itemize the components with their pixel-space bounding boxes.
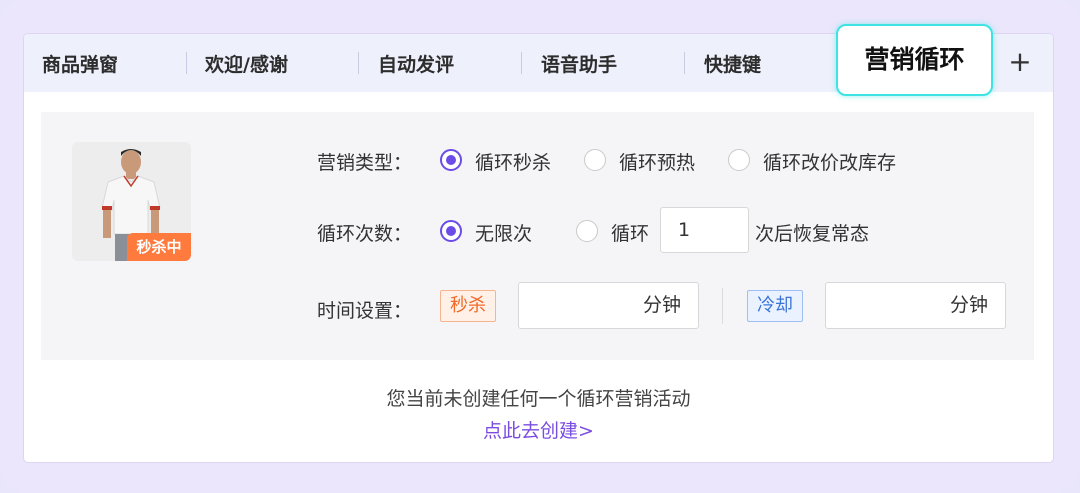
radio-loop-preheat[interactable] xyxy=(584,149,606,171)
create-campaign-link[interactable]: 点此去创建> xyxy=(24,416,1053,443)
flash-sale-badge: 秒杀中 xyxy=(127,233,191,261)
flash-sale-minutes-input[interactable]: 分钟 xyxy=(518,282,699,329)
radio-loop-times[interactable] xyxy=(576,220,598,242)
time-setting-label: 时间设置： xyxy=(317,300,413,322)
flash-sale-minutes-unit: 分钟 xyxy=(642,294,681,316)
tab-marketing-loop[interactable]: 营销循环 xyxy=(836,24,993,96)
cooldown-tag: 冷却 xyxy=(747,290,803,322)
option-loop-times[interactable]: 循环 xyxy=(611,219,649,246)
loop-count-input[interactable]: 1 xyxy=(660,207,749,253)
tab-auto-review[interactable]: 自动发评 xyxy=(378,34,454,92)
tab-voice-assistant[interactable]: 语音助手 xyxy=(541,34,617,92)
empty-state-message: 您当前未创建任何一个循环营销活动 xyxy=(386,388,691,410)
option-loop-flash-sale[interactable]: 循环秒杀 xyxy=(475,148,551,175)
tab-bar: 商品弹窗 欢迎/感谢 自动发评 语音助手 快捷键 营销循环 + xyxy=(24,24,1053,96)
cooldown-minutes-input[interactable]: 分钟 xyxy=(825,282,1006,329)
loop-settings-panel: 秒杀中 营销类型： 循环秒杀 循环预热 循环改价改库存 循环次数： 无限次 循环… xyxy=(41,112,1034,360)
tab-divider xyxy=(684,52,685,74)
add-tab-button[interactable]: + xyxy=(1006,48,1034,76)
marketing-type-label: 营销类型： xyxy=(317,152,413,174)
radio-loop-flash-sale[interactable] xyxy=(440,149,462,171)
product-thumbnail: 秒杀中 xyxy=(72,142,191,261)
radio-loop-price-stock[interactable] xyxy=(728,149,750,171)
app-background: 商品弹窗 欢迎/感谢 自动发评 语音助手 快捷键 营销循环 + 秒杀中 营销类型… xyxy=(0,0,1080,493)
flash-sale-tag: 秒杀 xyxy=(440,290,496,322)
loop-count-suffix: 次后恢复常态 xyxy=(755,223,870,245)
time-divider xyxy=(722,288,723,324)
cooldown-minutes-unit: 分钟 xyxy=(949,294,988,316)
tab-divider xyxy=(186,52,187,74)
loop-count-label: 循环次数： xyxy=(317,223,413,245)
tab-product-popup[interactable]: 商品弹窗 xyxy=(42,34,118,92)
tab-divider xyxy=(521,52,522,74)
tab-shortcuts[interactable]: 快捷键 xyxy=(704,34,761,92)
option-loop-price-stock[interactable]: 循环改价改库存 xyxy=(763,148,896,175)
radio-unlimited[interactable] xyxy=(440,220,462,242)
option-unlimited[interactable]: 无限次 xyxy=(475,219,532,246)
marketing-card: 商品弹窗 欢迎/感谢 自动发评 语音助手 快捷键 营销循环 + 秒杀中 营销类型… xyxy=(24,24,1053,462)
tab-welcome-thanks[interactable]: 欢迎/感谢 xyxy=(205,34,288,92)
tab-divider xyxy=(358,52,359,74)
option-loop-preheat[interactable]: 循环预热 xyxy=(619,148,695,175)
